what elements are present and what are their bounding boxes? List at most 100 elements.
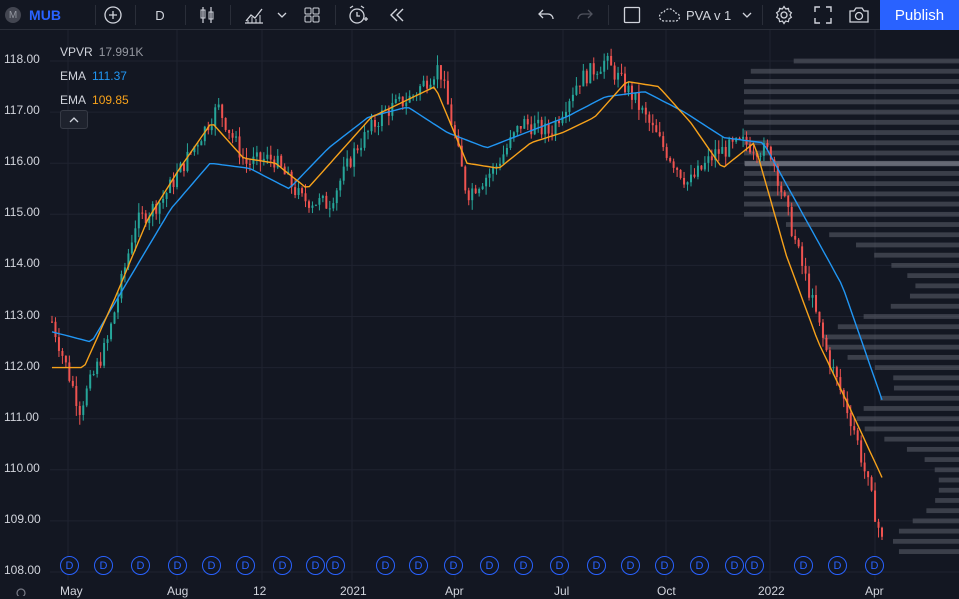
toolbar-divider [230, 5, 231, 25]
candle-body [665, 147, 668, 158]
axis-settings-icon[interactable] [14, 584, 28, 599]
price-label: 113.00 [4, 308, 40, 322]
price-chart[interactable] [0, 30, 959, 593]
dividend-marker[interactable]: D [444, 556, 463, 575]
price-label: 112.00 [4, 359, 40, 373]
templates-button[interactable] [301, 0, 323, 30]
dividend-marker[interactable]: D [409, 556, 428, 575]
candle-body [328, 208, 331, 210]
candle-body [728, 139, 731, 157]
candle-body [634, 92, 637, 100]
legend-row-vpvr[interactable]: VPVR 17.991K [60, 40, 143, 64]
legend-row-ema-slow[interactable]: EMA 111.37 [60, 64, 143, 88]
interval-button[interactable]: D [150, 0, 170, 30]
dividend-marker[interactable]: D [306, 556, 325, 575]
chart-type-button[interactable] [196, 0, 218, 30]
dividend-marker[interactable]: D [865, 556, 884, 575]
gear-icon [775, 5, 793, 25]
volume-profile-bar [744, 79, 959, 84]
legend-collapse-button[interactable] [60, 110, 88, 129]
dividend-marker[interactable]: D [376, 556, 395, 575]
candle-body [787, 195, 790, 207]
fullscreen-select-button[interactable] [621, 0, 643, 30]
candle-body [373, 120, 376, 127]
indicators-button[interactable] [242, 0, 266, 30]
dividend-marker[interactable]: D [690, 556, 709, 575]
candle-body [558, 120, 561, 124]
price-label: 108.00 [4, 563, 41, 577]
candle-body [554, 120, 557, 135]
candle-body [85, 388, 88, 406]
dividend-marker[interactable]: D [745, 556, 764, 575]
candle-body [301, 188, 304, 194]
price-label: 118.00 [4, 52, 40, 66]
legend-vpvr-value: 17.991K [98, 45, 144, 59]
volume-profile-bar [744, 140, 959, 146]
candle-body [367, 131, 370, 133]
legend-ema-fast-value: 109.85 [92, 93, 129, 107]
candle-body [596, 73, 599, 75]
candle-body [217, 104, 220, 108]
candle-body [881, 527, 883, 537]
candle-body [530, 124, 533, 135]
candle-body [780, 185, 783, 193]
dividend-marker[interactable]: D [326, 556, 345, 575]
redo-button[interactable] [574, 0, 596, 30]
price-axis[interactable]: 118.00 117.00 116.00 115.00 114.00 113.0… [0, 30, 48, 593]
dividend-marker[interactable]: D [94, 556, 113, 575]
replay-button[interactable] [386, 0, 408, 30]
legend-ema-label: EMA [60, 69, 87, 83]
user-avatar[interactable]: M [4, 0, 22, 30]
snapshot-button[interactable] [847, 0, 871, 30]
candle-body [613, 65, 616, 80]
layout-dropdown[interactable] [740, 0, 754, 30]
candle-body [134, 228, 137, 243]
dividend-marker[interactable]: D [794, 556, 813, 575]
dividend-marker[interactable]: D [236, 556, 255, 575]
dividend-marker[interactable]: D [168, 556, 187, 575]
layout-name[interactable]: PVA v 1 [686, 0, 734, 30]
dividend-marker[interactable]: D [725, 556, 744, 575]
dividend-marker[interactable]: D [202, 556, 221, 575]
candle-body [742, 136, 745, 139]
legend-row-ema-fast[interactable]: EMA 109.85 [60, 88, 143, 112]
dividend-marker[interactable]: D [60, 556, 79, 575]
candle-body [137, 212, 140, 229]
toolbar-divider [95, 5, 96, 25]
dividend-marker[interactable]: D [655, 556, 674, 575]
candle-body [547, 123, 550, 134]
candle-body [794, 235, 797, 240]
dividend-marker[interactable]: D [621, 556, 640, 575]
candle-body [436, 65, 439, 80]
settings-button[interactable] [773, 0, 795, 30]
cloud-save-button[interactable] [657, 0, 683, 30]
candle-body [790, 206, 793, 236]
dividend-marker[interactable]: D [480, 556, 499, 575]
volume-profile-bar [864, 426, 959, 432]
candle-body [297, 188, 300, 196]
candle-body [669, 157, 672, 162]
candle-body [314, 204, 317, 206]
candle-body [537, 119, 540, 124]
candle-body [51, 321, 53, 323]
dividend-marker[interactable]: D [828, 556, 847, 575]
alert-button[interactable] [346, 0, 370, 30]
indicators-dropdown[interactable] [275, 0, 289, 30]
undo-button[interactable] [535, 0, 557, 30]
candle-body [835, 367, 838, 378]
dividend-marker[interactable]: D [514, 556, 533, 575]
candle-body [464, 166, 467, 191]
dividend-marker[interactable]: D [587, 556, 606, 575]
dividend-marker[interactable]: D [273, 556, 292, 575]
compare-symbol-button[interactable] [102, 0, 124, 30]
price-label: 111.00 [4, 410, 39, 424]
symbol-search-button[interactable]: MUB [27, 0, 63, 30]
candle-body [721, 146, 724, 154]
candle-body [266, 154, 269, 159]
candle-body [130, 242, 133, 254]
publish-button[interactable]: Publish [880, 0, 959, 30]
volume-profile-bar [906, 446, 959, 452]
dividend-marker[interactable]: D [131, 556, 150, 575]
fullscreen-button[interactable] [812, 0, 834, 30]
dividend-marker[interactable]: D [550, 556, 569, 575]
